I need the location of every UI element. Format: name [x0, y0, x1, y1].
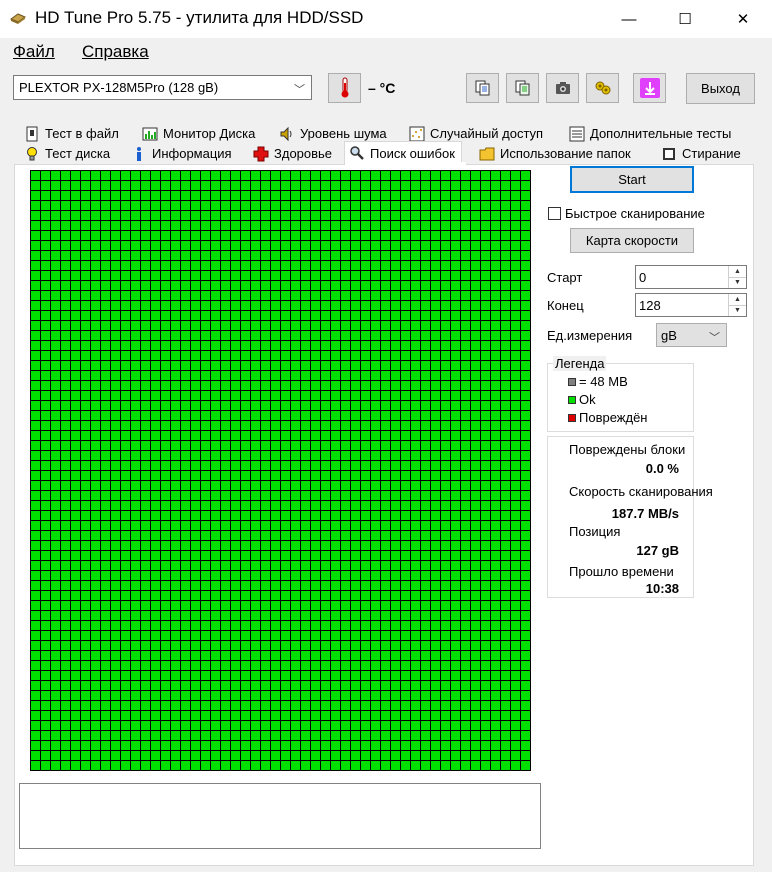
- camera-icon: [555, 82, 570, 94]
- position-value: 127 gB: [636, 543, 679, 558]
- tab-folder-usage[interactable]: Использование папок: [475, 144, 631, 163]
- copy-all-icon: [515, 80, 529, 96]
- spin-down-icon[interactable]: ▼: [729, 305, 746, 316]
- end-field-label: Конец: [547, 298, 584, 313]
- file-test-icon: [26, 126, 38, 141]
- download-arrow-icon: [639, 78, 660, 98]
- end-field[interactable]: 128 ▲ ▼: [635, 293, 747, 317]
- app-hdd-icon: [10, 13, 26, 24]
- tab-erase[interactable]: Стирание: [657, 144, 741, 163]
- info-icon: [137, 146, 141, 161]
- speed-map-button[interactable]: Карта скорости: [570, 228, 694, 253]
- random-access-icon: [409, 126, 425, 141]
- quick-scan-label: Быстрое сканирование: [565, 206, 705, 221]
- chevron-down-icon: ﹀: [709, 332, 720, 344]
- tab-disk-monitor[interactable]: Монитор Диска: [138, 124, 255, 143]
- drive-select-value: PLEXTOR PX-128M5Pro (128 gB): [19, 80, 219, 95]
- legend-item-damaged: Повреждён: [568, 410, 648, 425]
- end-spinner[interactable]: ▲ ▼: [728, 294, 746, 316]
- speaker-icon: [280, 126, 292, 141]
- legend-item-ok: Ok: [568, 392, 596, 407]
- disk-monitor-icon: [142, 127, 158, 140]
- tab-health[interactable]: Здоровье: [249, 144, 332, 163]
- tab-disk-test[interactable]: Тест диска: [20, 144, 110, 163]
- minimize-button[interactable]: —: [604, 0, 654, 38]
- health-cross-icon: [253, 146, 269, 161]
- block-map-grid: [30, 170, 531, 771]
- elapsed-value: 10:38: [645, 581, 679, 596]
- magnifier-icon: [350, 146, 364, 160]
- tab-error-scan[interactable]: Поиск ошибок: [344, 141, 462, 164]
- scan-log-box: [19, 783, 541, 849]
- close-icon: ✕: [736, 11, 750, 28]
- block-grid-lines: [30, 170, 531, 771]
- tab-extra-tests[interactable]: Дополнительные тесты: [565, 124, 731, 143]
- copy-icon: [475, 80, 489, 96]
- start-field[interactable]: 0 ▲ ▼: [635, 265, 747, 289]
- legend-title: Легенда: [553, 356, 607, 371]
- red-square-icon: [568, 413, 576, 422]
- menu-help[interactable]: Справка: [82, 42, 149, 62]
- active-tab-joiner: [345, 162, 466, 165]
- erase-icon: [663, 147, 675, 160]
- start-button[interactable]: Start: [570, 166, 694, 193]
- copy-info-button[interactable]: [466, 73, 499, 103]
- unit-select-value: gB: [661, 328, 677, 343]
- scan-speed-label: Скорость сканирования: [569, 484, 713, 499]
- window-title: HD Tune Pro 5.75 - утилита для HDD/SSD: [35, 8, 364, 27]
- end-field-value: 128: [639, 298, 661, 313]
- copy-all-button[interactable]: [506, 73, 539, 103]
- menu-file[interactable]: Файл: [13, 42, 55, 62]
- thermometer-icon: [341, 77, 348, 98]
- damaged-blocks-label: Повреждены блоки: [569, 442, 686, 457]
- start-spinner[interactable]: ▲ ▼: [728, 266, 746, 288]
- unit-select[interactable]: gB ﹀: [656, 323, 727, 347]
- save-download-button[interactable]: [633, 73, 666, 103]
- start-field-value: 0: [639, 270, 647, 285]
- folder-icon: [479, 147, 495, 160]
- quick-scan-option[interactable]: Быстрое сканирование: [548, 206, 705, 221]
- screenshot-button[interactable]: [546, 73, 579, 103]
- tab-file-test[interactable]: Тест в файл: [20, 124, 119, 143]
- green-square-icon: [568, 395, 576, 404]
- spin-down-icon[interactable]: ▼: [729, 277, 746, 288]
- wrench-options-icon: [595, 81, 610, 95]
- chevron-down-icon: ﹀: [294, 84, 305, 96]
- elapsed-label: Прошло времени: [569, 564, 674, 579]
- maximize-button[interactable]: ☐: [660, 0, 710, 38]
- quick-scan-checkbox[interactable]: [548, 207, 561, 220]
- damaged-blocks-value: 0.0 %: [645, 461, 679, 476]
- minimize-icon: —: [621, 10, 637, 28]
- gray-square-icon: [568, 377, 576, 386]
- temperature-readout: – °C: [368, 80, 396, 96]
- bulb-icon: [27, 146, 37, 160]
- start-field-label: Старт: [547, 270, 583, 285]
- position-label: Позиция: [569, 524, 621, 539]
- temperature-button[interactable]: [328, 73, 361, 103]
- unit-label: Ед.измерения: [547, 328, 633, 343]
- exit-button[interactable]: Выход: [686, 73, 755, 104]
- tab-information[interactable]: Информация: [127, 144, 232, 163]
- drive-select[interactable]: PLEXTOR PX-128M5Pro (128 gB) ﹀: [13, 75, 312, 100]
- legend-item-block-size: = 48 MB: [568, 374, 628, 389]
- close-button[interactable]: ✕: [718, 0, 768, 38]
- scan-speed-value: 187.7 MB/s: [611, 506, 679, 521]
- extra-tests-icon: [569, 126, 585, 141]
- options-button[interactable]: [586, 73, 619, 103]
- maximize-icon: ☐: [678, 11, 692, 28]
